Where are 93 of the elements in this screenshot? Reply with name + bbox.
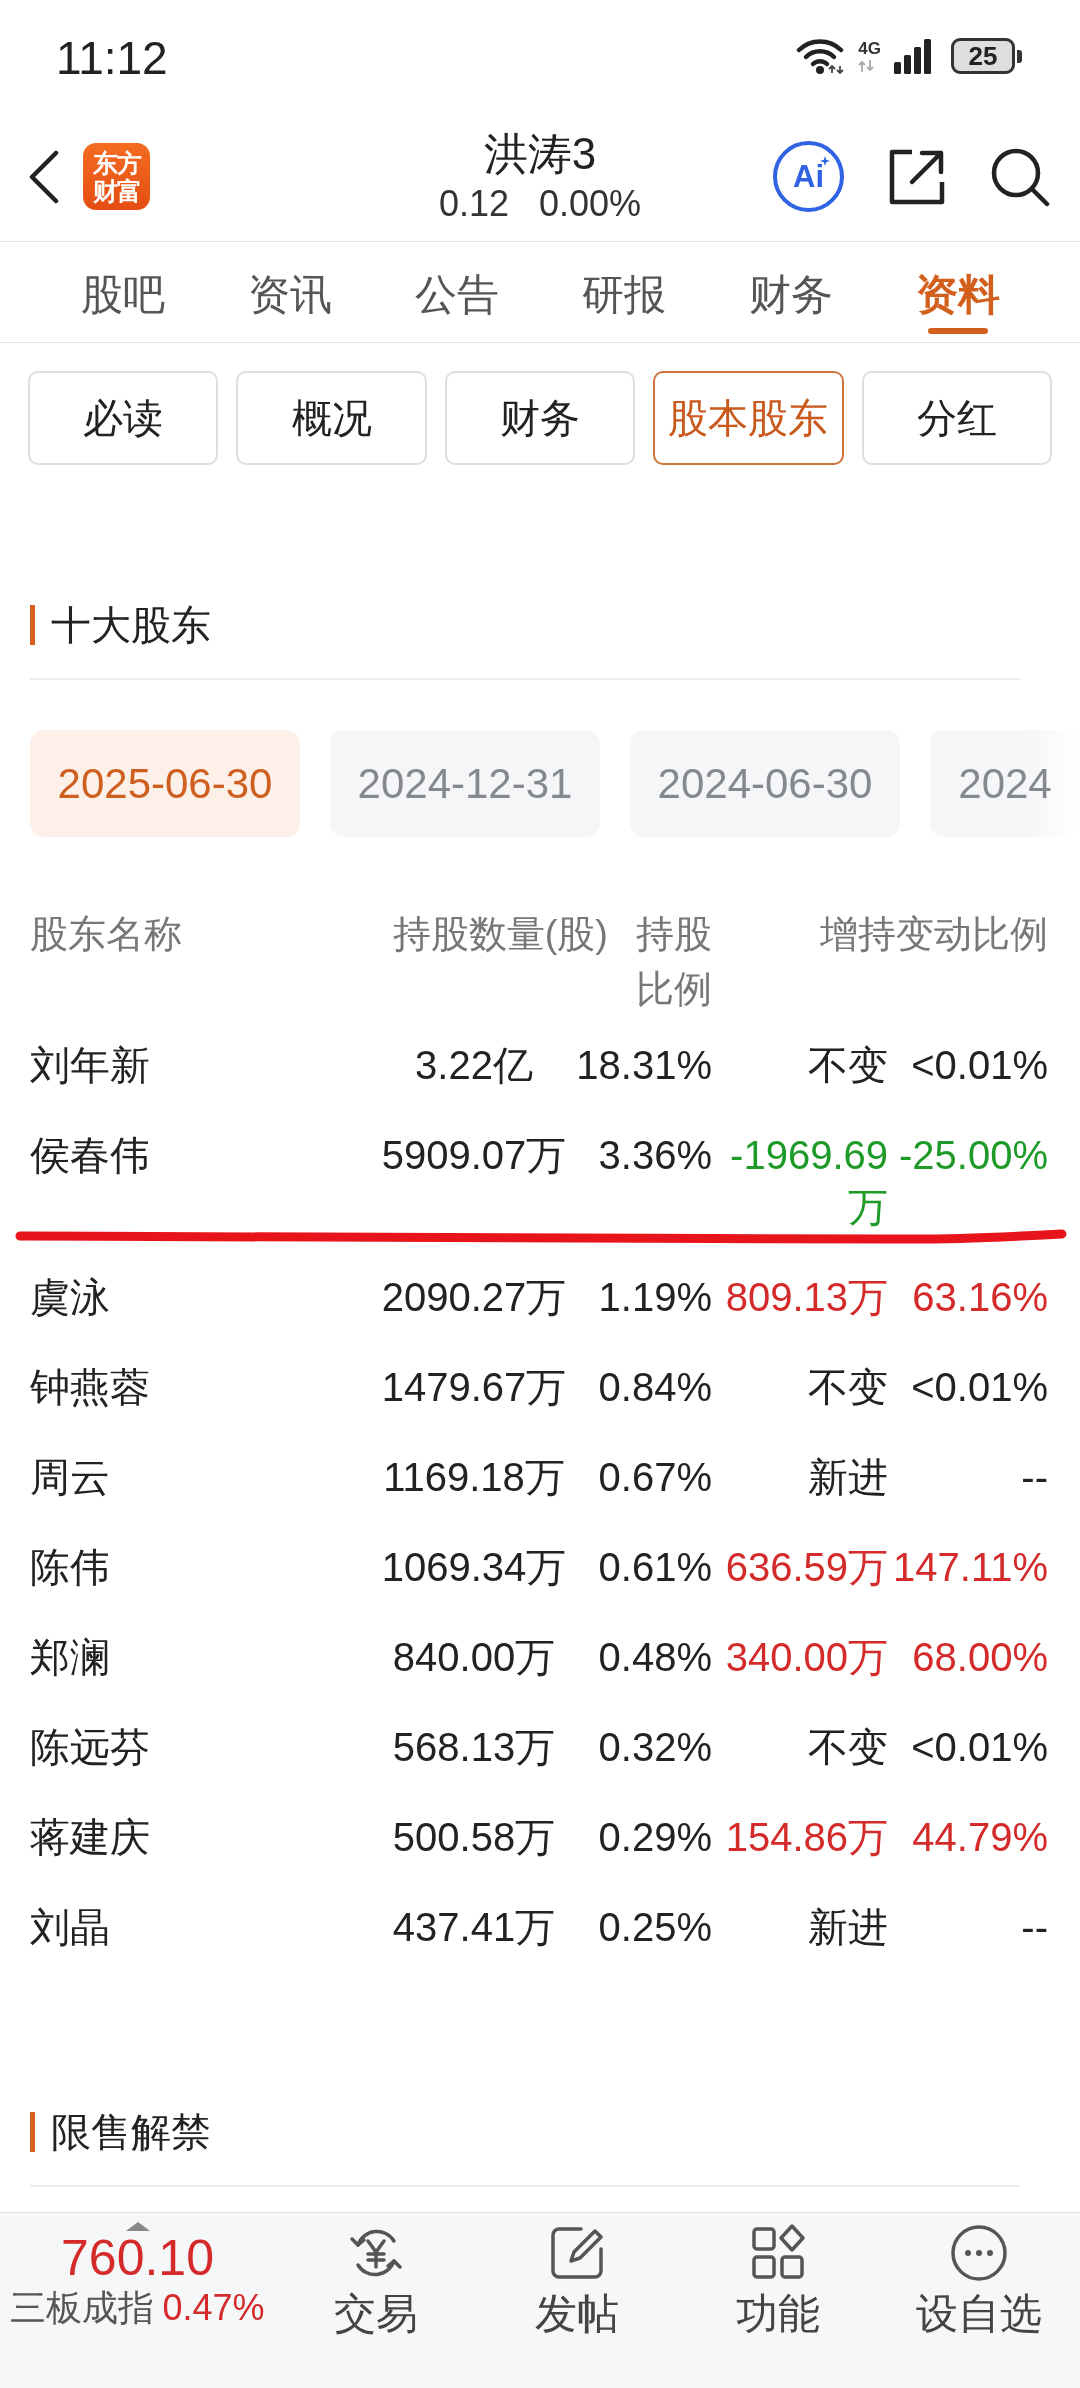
sub-tab-button[interactable]: 必读 bbox=[28, 371, 219, 465]
ai-button[interactable]: Ai bbox=[773, 141, 844, 212]
column-header: 持股比例 bbox=[635, 912, 712, 1012]
share-ratio: 0.61% bbox=[598, 1544, 712, 1591]
section-title: 十大股东 bbox=[30, 605, 211, 645]
share-count: 5909.07万 bbox=[381, 1132, 567, 1179]
shareholder-name: 侯春伟 bbox=[30, 1132, 150, 1179]
change-ratio: -- bbox=[1021, 1454, 1048, 1501]
share-count: 437.41万 bbox=[392, 1904, 556, 1951]
wifi-icon bbox=[796, 37, 847, 75]
change-amount: 809.13万 bbox=[725, 1274, 888, 1321]
tab[interactable]: 资料 bbox=[874, 242, 1041, 342]
search-icon[interactable] bbox=[990, 146, 1050, 207]
column-header: 股东名称 bbox=[30, 912, 182, 957]
nav-button[interactable]: 功能 bbox=[677, 2213, 879, 2388]
change-ratio: -25.00% bbox=[899, 1132, 1048, 1179]
more-icon[interactable] bbox=[949, 2223, 1010, 2283]
change-ratio: 44.79% bbox=[912, 1814, 1048, 1861]
change-amount: 新进 bbox=[808, 1904, 888, 1951]
share-count: 3.22亿 bbox=[415, 1042, 533, 1089]
column-header: 持股数量(股) bbox=[392, 912, 608, 957]
tab[interactable]: 股吧 bbox=[39, 242, 206, 342]
shareholder-name: 陈远芬 bbox=[30, 1724, 150, 1771]
share-count: 1169.18万 bbox=[383, 1454, 565, 1501]
share-count: 840.00万 bbox=[392, 1634, 556, 1681]
change-amount: 340.00万 bbox=[725, 1634, 888, 1681]
change-amount: 636.59万 bbox=[725, 1544, 888, 1591]
index-name: 三板成指 bbox=[10, 2286, 155, 2330]
stock-price: 0.12 bbox=[438, 181, 509, 226]
shareholder-name: 钟燕蓉 bbox=[30, 1364, 150, 1411]
app-logo: 东方 财富 bbox=[83, 143, 150, 210]
tab[interactable]: 资讯 bbox=[206, 242, 373, 342]
signal-icon bbox=[893, 38, 933, 74]
data-arrows-icon bbox=[858, 60, 875, 72]
battery-indicator: 25 bbox=[951, 38, 1022, 74]
change-amount: -1969.69万 bbox=[729, 1132, 888, 1231]
change-amount: 不变 bbox=[808, 1724, 888, 1771]
shareholder-name: 刘年新 bbox=[30, 1042, 150, 1089]
change-amount: 154.86万 bbox=[725, 1814, 888, 1861]
sub-tab-button[interactable]: 财务 bbox=[444, 371, 636, 465]
change-amount: 不变 bbox=[808, 1042, 888, 1089]
change-ratio: -- bbox=[1021, 1904, 1048, 1951]
share-ratio: 0.67% bbox=[598, 1454, 712, 1501]
share-count: 568.13万 bbox=[392, 1724, 556, 1771]
shareholder-name: 蒋建庆 bbox=[30, 1814, 150, 1861]
change-ratio: <0.01% bbox=[911, 1364, 1048, 1411]
change-ratio: 68.00% bbox=[912, 1634, 1048, 1681]
tab[interactable]: 公告 bbox=[373, 242, 540, 342]
stock-change: 0.00% bbox=[539, 181, 642, 226]
share-ratio: 0.29% bbox=[598, 1814, 712, 1861]
index-change: 0.47% bbox=[162, 2286, 265, 2330]
share-ratio: 1.19% bbox=[598, 1274, 712, 1321]
shareholder-name: 陈伟 bbox=[30, 1544, 110, 1591]
nav-button[interactable]: 交易 bbox=[275, 2213, 477, 2388]
column-header: 增持变动比例 bbox=[820, 912, 1048, 957]
network-type: 4G bbox=[858, 40, 881, 57]
section-title: 限售解禁 bbox=[30, 2112, 211, 2152]
sparkle-icon bbox=[820, 156, 830, 166]
shareholder-name: 虞泳 bbox=[30, 1274, 110, 1321]
index-value: 760.10 bbox=[61, 2231, 214, 2285]
stock-title: 洪涛3 bbox=[483, 127, 597, 180]
share-ratio: 0.32% bbox=[598, 1724, 712, 1771]
sub-tab-button[interactable]: 股本股东 bbox=[653, 371, 844, 465]
change-ratio: <0.01% bbox=[911, 1042, 1048, 1089]
change-amount: 不变 bbox=[808, 1364, 888, 1411]
change-ratio: 147.11% bbox=[893, 1544, 1048, 1591]
shareholder-name: 刘晶 bbox=[30, 1904, 110, 1951]
back-icon[interactable] bbox=[28, 149, 60, 204]
tab[interactable]: 财务 bbox=[707, 242, 874, 342]
share-ratio: 3.36% bbox=[598, 1132, 712, 1179]
nav-button[interactable]: 设自选 bbox=[878, 2213, 1080, 2388]
share-count: 1479.67万 bbox=[381, 1364, 567, 1411]
share-ratio: 0.25% bbox=[598, 1904, 712, 1951]
sub-tab-button[interactable]: 概况 bbox=[236, 371, 427, 465]
change-amount: 新进 bbox=[808, 1454, 888, 1501]
share-count: 1069.34万 bbox=[381, 1544, 567, 1591]
share-count: 2090.27万 bbox=[381, 1274, 567, 1321]
date-chip[interactable]: 2025-06-30 bbox=[30, 730, 300, 837]
caret-up-icon bbox=[125, 2222, 150, 2231]
status-time: 11:12 bbox=[56, 31, 168, 85]
nav-button[interactable]: 发帖 bbox=[476, 2213, 678, 2388]
shareholder-name: 郑澜 bbox=[30, 1634, 110, 1681]
change-ratio: 63.16% bbox=[912, 1274, 1048, 1321]
tab-indicator bbox=[927, 328, 988, 334]
share-ratio: 0.48% bbox=[598, 1634, 712, 1681]
change-ratio: <0.01% bbox=[911, 1724, 1048, 1771]
share-icon[interactable] bbox=[888, 147, 946, 206]
sub-tab-button[interactable]: 分红 bbox=[861, 371, 1052, 465]
share-ratio: 0.84% bbox=[598, 1364, 712, 1411]
share-ratio: 18.31% bbox=[576, 1042, 712, 1089]
share-count: 500.58万 bbox=[392, 1814, 556, 1861]
tab[interactable]: 研报 bbox=[540, 242, 707, 342]
shareholder-name: 周云 bbox=[30, 1454, 110, 1501]
